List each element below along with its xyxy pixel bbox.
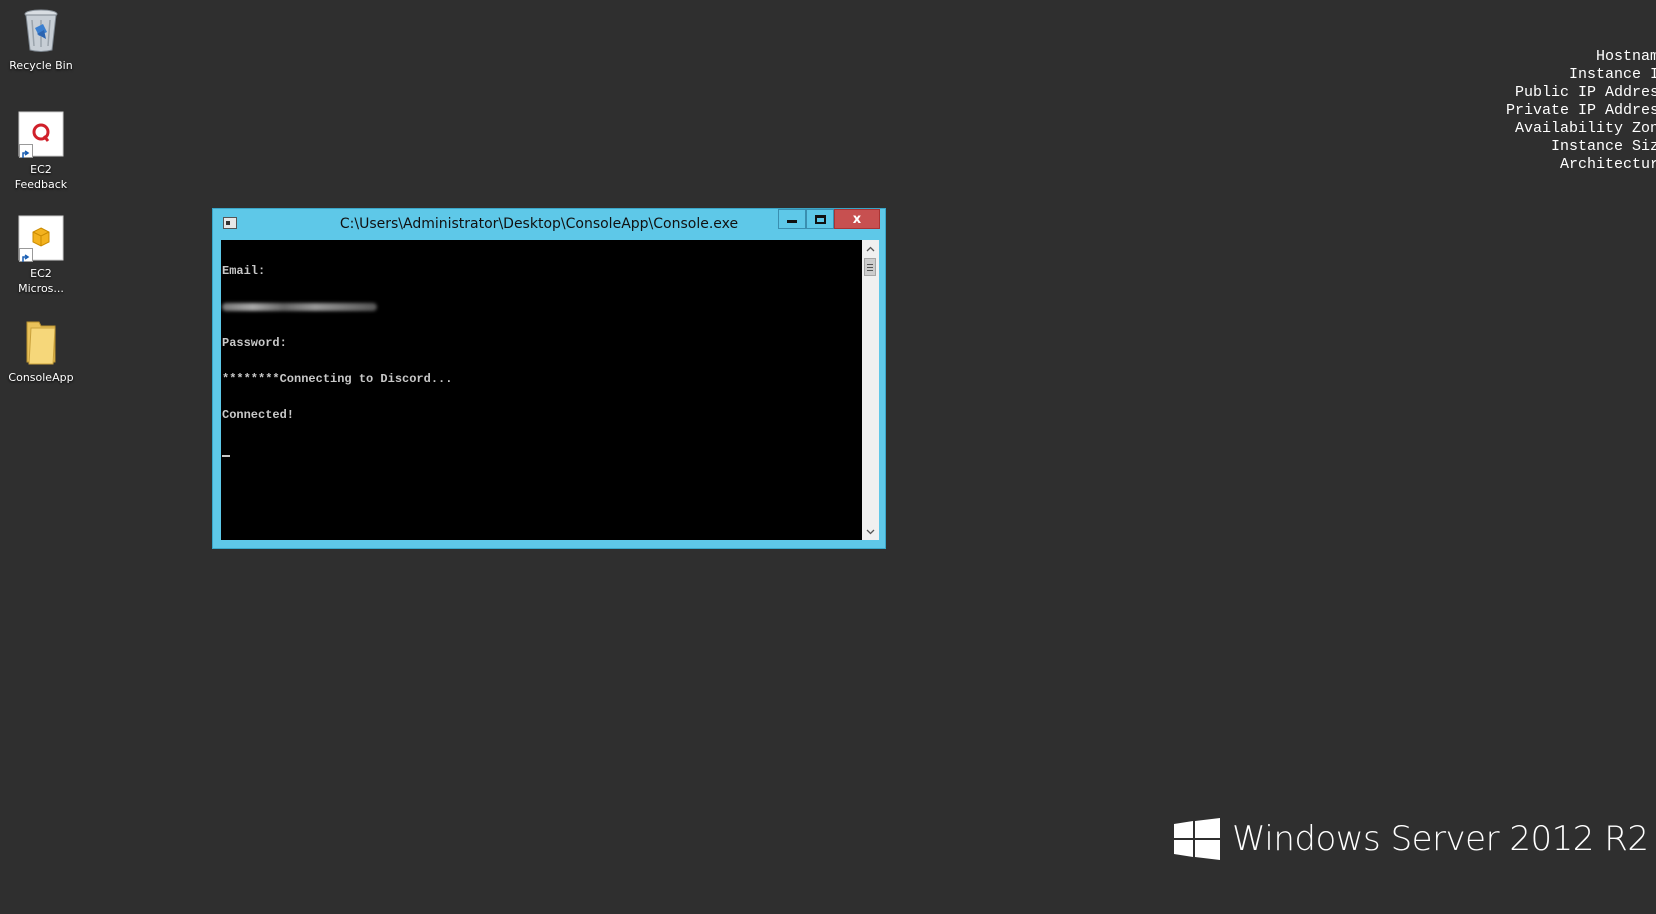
maximize-button[interactable] [806, 209, 834, 229]
ec2-microsoft-icon [17, 214, 65, 262]
recycle-bin-icon [17, 6, 65, 54]
info-architecture: Architecture [1559, 156, 1656, 173]
desktop-icon-consoleapp[interactable]: ConsoleApp [4, 318, 78, 385]
console-line-email-value [222, 301, 452, 313]
close-button[interactable]: x [834, 209, 880, 229]
redacted-email [222, 303, 377, 311]
desktop-icon-label: ConsoleApp [8, 371, 74, 384]
maximize-icon [814, 214, 826, 224]
console-window[interactable]: C:\Users\Administrator\Desktop\ConsoleAp… [212, 208, 886, 549]
desktop-icon-ec2-microsoft[interactable]: EC2 Micros... [4, 214, 78, 296]
desktop-icon-label: EC2 Feedback [14, 163, 68, 191]
console-output[interactable]: Email: Password: ********Connecting to D… [221, 240, 862, 540]
info-instance-id: Instance ID [1568, 66, 1656, 83]
info-private-ip: Private IP Address [1505, 102, 1656, 119]
console-line-connected: Connected! [222, 408, 295, 422]
chevron-down-icon [866, 529, 875, 534]
info-instance-size: Instance Size [1550, 138, 1656, 155]
info-public-ip: Public IP Address [1514, 84, 1656, 101]
minimize-button[interactable] [778, 209, 806, 229]
branding-text: Windows Server 2012 R2 [1232, 819, 1649, 859]
console-line-cursor [222, 445, 452, 457]
console-line-connecting: ********Connecting to Discord... [222, 372, 453, 386]
scroll-down-button[interactable] [862, 523, 879, 540]
windows-branding: Windows Server 2012 R2 [1174, 818, 1649, 860]
desktop-icon-label: Recycle Bin [9, 59, 73, 72]
title-bar[interactable]: C:\Users\Administrator\Desktop\ConsoleAp… [213, 209, 885, 239]
vertical-scrollbar[interactable] [862, 240, 879, 540]
instance-info-panel: Hostname Instance ID Public IP Address P… [1506, 48, 1656, 174]
console-line-password-label: Password: [222, 336, 287, 350]
shortcut-arrow-icon [19, 144, 33, 158]
console-text: Email: Password: ********Connecting to D… [222, 241, 452, 481]
info-hostname: Hostname [1595, 48, 1656, 65]
close-icon: x [852, 211, 862, 227]
desktop: Recycle Bin EC2 Feedback EC2 Micros... C… [0, 0, 1656, 914]
desktop-icon-label: EC2 Micros... [18, 267, 64, 295]
desktop-icon-ec2-feedback[interactable]: EC2 Feedback [4, 110, 78, 192]
minimize-icon [787, 220, 797, 223]
text-cursor [222, 455, 230, 457]
windows-logo-icon [1174, 818, 1220, 860]
desktop-icon-recycle-bin[interactable]: Recycle Bin [4, 6, 78, 73]
scroll-up-button[interactable] [862, 240, 879, 257]
chevron-up-icon [866, 246, 875, 251]
ec2-feedback-icon [17, 110, 65, 158]
scroll-thumb[interactable] [864, 258, 876, 276]
info-availability-zone: Availability Zone [1514, 120, 1656, 137]
folder-icon [17, 318, 65, 366]
console-line-email-label: Email: [222, 264, 266, 278]
shortcut-arrow-icon [19, 248, 33, 262]
